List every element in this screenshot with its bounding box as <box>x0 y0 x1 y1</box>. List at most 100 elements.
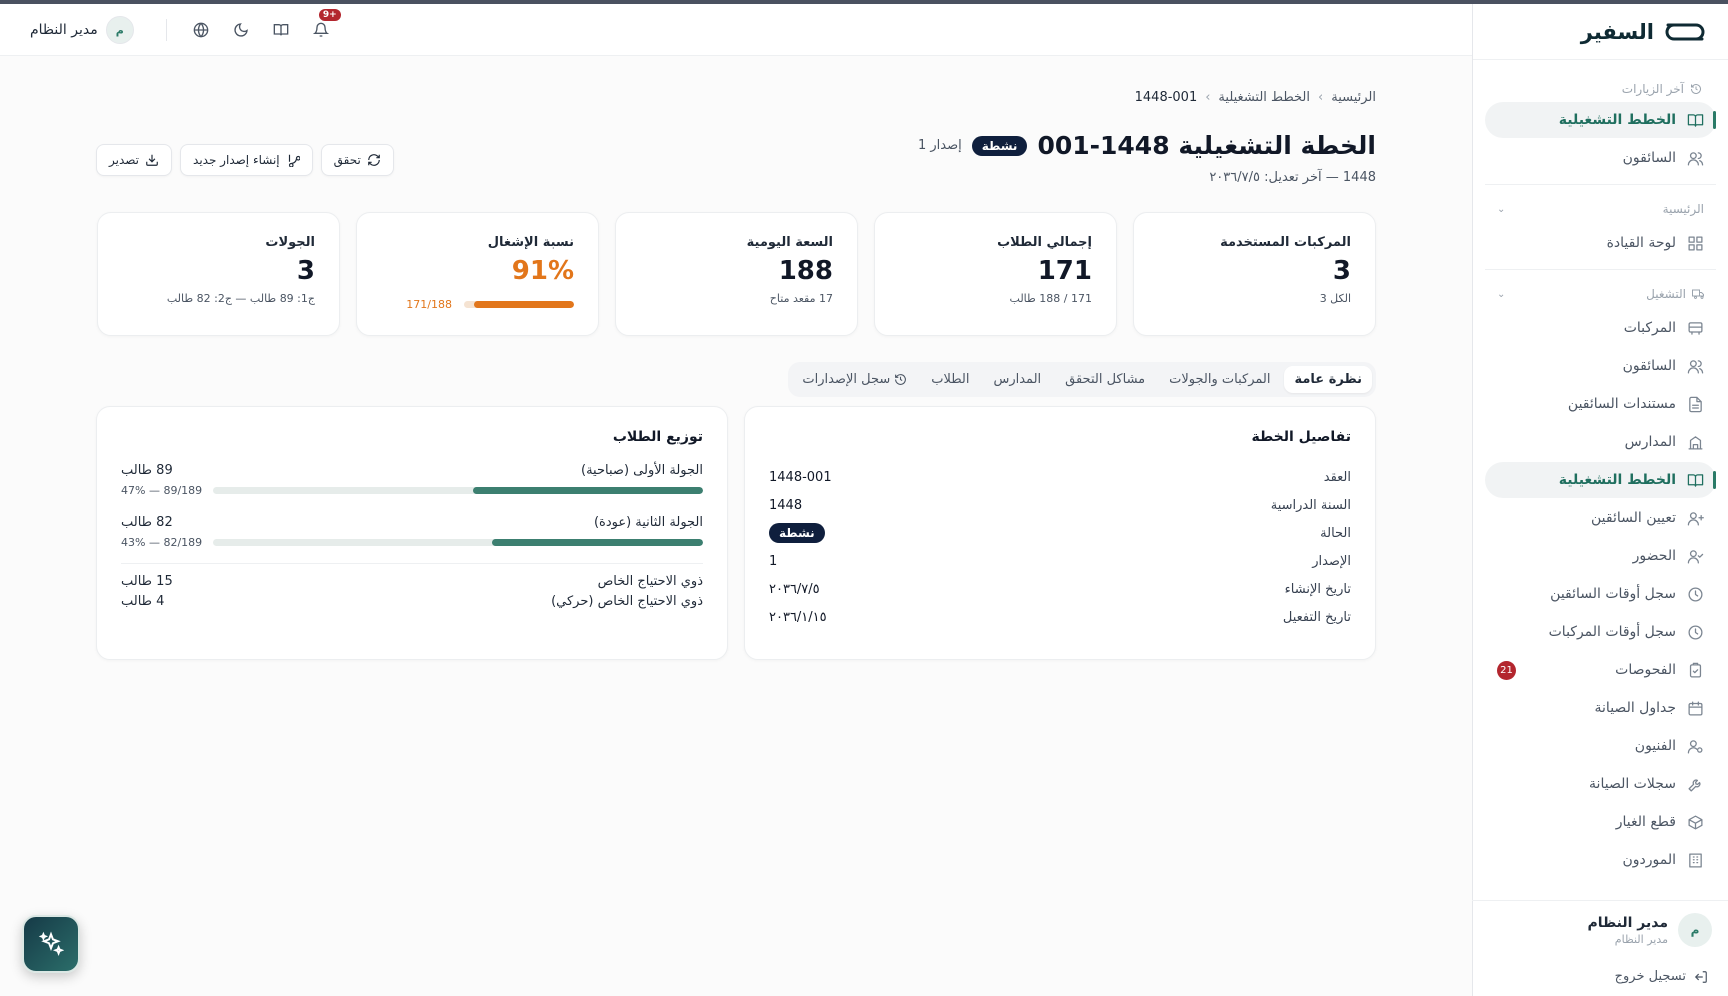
topbar-actions: م مدير النظام 9+ <box>30 9 341 46</box>
sidebar-item-ops-9[interactable]: الفحوصات 21 <box>1485 652 1716 688</box>
count-badge: 21 <box>1497 661 1516 680</box>
topbar-user[interactable]: م مدير النظام <box>30 16 134 44</box>
sidebar-item-ops-2[interactable]: مستندات السائقين <box>1485 386 1716 422</box>
sidebar-item-ops-7[interactable]: سجل أوقات السائقين <box>1485 576 1716 612</box>
sidebar-user-role: مدير النظام <box>1614 932 1668 946</box>
section-operations[interactable]: التشغيل ⌄ <box>1485 278 1716 310</box>
chevron-down-icon: ⌄ <box>1497 288 1506 300</box>
sidebar-item-ops-12[interactable]: سجلات الصيانة <box>1485 766 1716 802</box>
recent-visits-header: آخر الزيارات <box>1485 76 1716 102</box>
page-subtitle: 1448 — آخر تعديل: ٢٠٣٦/٧/٥ <box>1209 170 1376 185</box>
tab-schools[interactable]: المدارس <box>983 366 1051 393</box>
sidebar-user[interactable]: م مدير النظام مدير النظام <box>1488 913 1712 947</box>
stat-label: السعة اليومية <box>746 235 833 250</box>
sidebar-item-recent-1[interactable]: السائقون <box>1485 140 1716 176</box>
language-globe-icon[interactable] <box>185 14 217 46</box>
round-progress-track <box>213 487 703 494</box>
book-icon <box>1686 111 1704 129</box>
sidebar-item-label: سجل أوقات المركبات <box>1548 624 1676 640</box>
sidebar-item-label: الحضور <box>1632 548 1676 564</box>
stat-capacity: السعة اليومية 188 17 مقعد متاح <box>615 212 858 336</box>
stat-label: إجمالي الطلاب <box>997 235 1092 250</box>
stat-label: نسبة الإشغال <box>487 235 574 250</box>
logout-button[interactable]: تسجيل خروج <box>1488 969 1712 984</box>
sidebar-item-ops-4[interactable]: الخطط التشغيلية <box>1485 462 1716 498</box>
detail-value: 1 <box>769 553 778 569</box>
export-label: تصدير <box>109 153 140 167</box>
sidebar-item-ops-6[interactable]: الحضور <box>1485 538 1716 574</box>
sidebar-item-home-0[interactable]: لوحة القيادة <box>1485 225 1716 261</box>
sidebar-item-label: المدارس <box>1624 434 1676 450</box>
clipboard-icon <box>1686 661 1704 679</box>
topbar-user-name: مدير النظام <box>30 22 98 38</box>
sidebar-item-label: المركبات <box>1623 320 1676 336</box>
detail-row: تاريخ التفعيل ٢٠٣٦/١/١٥ <box>769 603 1351 631</box>
sidebar-item-ops-3[interactable]: المدارس <box>1485 424 1716 460</box>
stat-value: 171 <box>1037 256 1092 286</box>
breadcrumb-home[interactable]: الرئيسية <box>1331 90 1376 105</box>
ai-assistant-button[interactable] <box>22 915 80 973</box>
dark-mode-moon-icon[interactable] <box>225 14 257 46</box>
sidebar-item-label: جداول الصيانة <box>1594 700 1676 716</box>
occupancy-progress: 171/188 <box>406 298 574 311</box>
sidebar-item-ops-1[interactable]: السائقون <box>1485 348 1716 384</box>
clock-icon <box>1686 623 1704 641</box>
sidebar-item-label: الفنيون <box>1634 738 1676 754</box>
breadcrumb-current: 1448-001 <box>1134 90 1198 105</box>
stat-occupancy: نسبة الإشغال 91% 171/188 <box>356 212 599 336</box>
brand[interactable]: السفير <box>1473 4 1728 60</box>
tab-vehicles-rounds[interactable]: المركبات والجولات <box>1159 366 1280 393</box>
page-actions: تصدير إنشاء إصدار جديد تحقق <box>96 144 394 176</box>
section-home[interactable]: الرئيسية ⌄ <box>1485 193 1716 225</box>
sidebar-footer: م مدير النظام مدير النظام تسجيل خروج <box>1472 900 1728 996</box>
round-progress-track <box>213 539 703 546</box>
users-icon <box>1686 149 1704 167</box>
round-count: 89 طالب <box>121 463 173 478</box>
avatar: م <box>105 16 134 44</box>
card-title: تفاصيل الخطة <box>1251 429 1351 445</box>
sidebar-user-name: مدير النظام <box>1587 914 1668 931</box>
sidebar-item-label: مستندات السائقين <box>1567 396 1676 412</box>
verify-button[interactable]: تحقق <box>320 144 394 176</box>
stats-row: المركبات المستخدمة 3 الكل 3 إجمالي الطلا… <box>96 212 1376 336</box>
breadcrumb: الرئيسية › الخطط التشغيلية › 1448-001 <box>1135 90 1376 105</box>
section-home-label: الرئيسية <box>1662 202 1704 216</box>
user-check-icon <box>1686 547 1704 565</box>
sidebar-item-ops-11[interactable]: الفنيون <box>1485 728 1716 764</box>
sidebar-item-ops-0[interactable]: المركبات <box>1485 310 1716 346</box>
detail-row: الحالة نشطة <box>769 519 1351 547</box>
sidebar-item-ops-14[interactable]: الموردون <box>1485 842 1716 878</box>
sidebar-item-ops-5[interactable]: تعيين السائقين <box>1485 500 1716 536</box>
grid-icon <box>1686 234 1704 252</box>
sidebar-item-ops-8[interactable]: سجل أوقات المركبات <box>1485 614 1716 650</box>
tab-validation-issues[interactable]: مشاكل التحقق <box>1055 366 1155 393</box>
sidebar-nav: آخر الزيارات الخطط التشغيلية السائقون الر… <box>1473 60 1728 878</box>
tabs: نظرة عامة المركبات والجولات مشاكل التحقق… <box>788 362 1376 397</box>
export-button[interactable]: تصدير <box>96 144 173 176</box>
notifications-bell-icon[interactable]: 9+ <box>305 9 341 46</box>
sidebar-item-ops-10[interactable]: جداول الصيانة <box>1485 690 1716 726</box>
tab-overview[interactable]: نظرة عامة <box>1284 366 1372 393</box>
sidebar-item-ops-13[interactable]: قطع الغيار <box>1485 804 1716 840</box>
new-version-button[interactable]: إنشاء إصدار جديد <box>180 144 313 176</box>
sidebar-item-label: السائقون <box>1622 150 1676 166</box>
breadcrumb-plans[interactable]: الخطط التشغيلية <box>1218 90 1310 105</box>
box-icon <box>1686 813 1704 831</box>
sidebar-item-label: سجلات الصيانة <box>1589 776 1676 792</box>
stat-label: المركبات المستخدمة <box>1220 235 1351 250</box>
round-label: الجولة الثانية (عودة) <box>593 515 703 530</box>
stat-sub: ج1: 89 طالب — ج2: 82 طالب <box>166 292 315 305</box>
plan-details-card: تفاصيل الخطة العقد 1448-001 السنة الدراسي… <box>744 406 1376 660</box>
sidebar-item-recent-0[interactable]: الخطط التشغيلية <box>1485 102 1716 138</box>
calendar-icon <box>1686 699 1704 717</box>
logout-label: تسجيل خروج <box>1614 969 1686 984</box>
round-percent: 82/189 — 43% <box>121 536 203 549</box>
tab-students[interactable]: الطلاب <box>921 366 979 393</box>
detail-value: 1448 <box>769 497 803 513</box>
tab-version-history[interactable]: سجل الإصدارات <box>792 366 917 393</box>
docs-book-icon[interactable] <box>265 14 297 46</box>
bus-icon <box>1686 319 1704 337</box>
detail-value: ٢٠٣٦/١/١٥ <box>769 609 827 625</box>
version-label: إصدار 1 <box>917 138 962 153</box>
tab-version-history-label: سجل الإصدارات <box>802 372 891 387</box>
